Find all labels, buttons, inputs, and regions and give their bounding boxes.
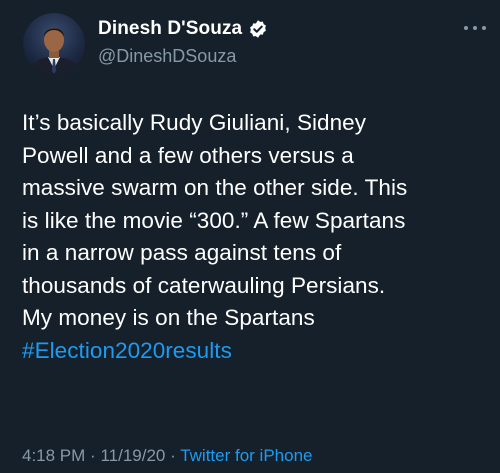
tweet-line: is like the movie “300.” A few Spartans bbox=[22, 207, 406, 233]
tweet-line: in a narrow pass against tens of bbox=[22, 240, 342, 265]
tweet-meta: 4:18 PM · 11/19/20 · Twitter for iPhone bbox=[22, 446, 312, 466]
author-handle[interactable]: @DineshDSouza bbox=[98, 46, 236, 67]
more-options-icon[interactable] bbox=[464, 23, 486, 33]
profile-photo bbox=[27, 28, 81, 75]
meta-separator: · bbox=[170, 446, 176, 465]
tweet-source-link[interactable]: Twitter for iPhone bbox=[180, 446, 312, 465]
tweet-text: It’s basically Rudy Giuliani, Sidney Pow… bbox=[22, 107, 492, 367]
tweet-date[interactable]: 11/19/20 bbox=[100, 446, 165, 465]
tweet-line: massive swarm on the other side. This bbox=[22, 175, 408, 200]
tweet-line: thousands of caterwauling Persians. bbox=[22, 272, 386, 298]
author-name-row: Dinesh D'Souza bbox=[98, 15, 268, 43]
display-name[interactable]: Dinesh D'Souza bbox=[98, 18, 242, 40]
hashtag-link[interactable]: #Election2020results bbox=[22, 335, 492, 368]
tweet-time[interactable]: 4:18 PM bbox=[22, 446, 85, 465]
tweet-line: Powell and a few others versus a bbox=[22, 142, 354, 168]
avatar[interactable] bbox=[23, 13, 85, 75]
meta-separator: · bbox=[90, 446, 96, 465]
verified-badge-icon bbox=[248, 19, 268, 39]
tweet-line: My money is on the Spartans bbox=[22, 305, 315, 330]
tweet-line: It’s basically Rudy Giuliani, Sidney bbox=[22, 110, 367, 135]
tweet-card: Dinesh D'Souza @DineshDSouza It’s basica… bbox=[0, 0, 500, 473]
